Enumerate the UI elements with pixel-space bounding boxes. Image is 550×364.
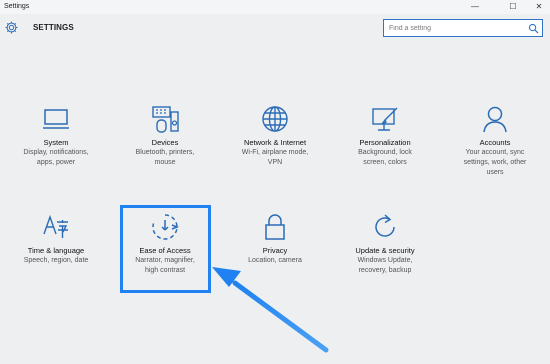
refresh-icon	[375, 214, 395, 237]
tile-label: Personalization	[359, 138, 411, 147]
search-box[interactable]	[383, 19, 543, 37]
gear-icon	[5, 21, 18, 34]
devices-icon	[152, 106, 179, 133]
tile-description: Background, lock	[358, 149, 412, 156]
maximize-button[interactable]: ☐	[500, 0, 526, 14]
search-icon[interactable]	[528, 23, 539, 34]
close-button[interactable]: ✕	[526, 0, 550, 14]
tile-description: Display, notifications,	[23, 149, 89, 156]
tile-label: Privacy	[262, 246, 288, 255]
tile-description: Location, camera	[248, 257, 302, 264]
tile-personalization[interactable]: Personalization Background, lock screen,…	[330, 104, 440, 168]
page-title: SETTINGS	[33, 23, 74, 32]
search-input[interactable]	[389, 21, 521, 35]
tile-description: Wi-Fi, airplane mode,	[241, 149, 309, 156]
tile-description: users	[486, 169, 504, 176]
monitor-icon	[43, 109, 69, 129]
tile-accounts[interactable]: Accounts Your account, sync settings, wo…	[440, 104, 550, 178]
person-icon	[483, 106, 507, 133]
tile-description: screen, colors	[363, 159, 407, 166]
tile-label: Accounts	[479, 138, 511, 147]
tile-network[interactable]: Network & Internet Wi-Fi, airplane mode,…	[220, 104, 330, 168]
lock-icon	[265, 214, 285, 240]
tile-description: Speech, region, date	[23, 257, 89, 264]
window-titlebar: Settings — ☐ ✕	[0, 0, 550, 14]
tile-label: Network & Internet	[243, 138, 307, 147]
tile-description: VPN	[267, 159, 283, 166]
tile-label: Time & language	[27, 246, 85, 255]
tile-system[interactable]: System Display, notifications, apps, pow…	[1, 104, 111, 168]
tile-label: Devices	[151, 138, 179, 147]
tile-time-language[interactable]: Time & language Speech, region, date	[1, 212, 111, 266]
tile-description: Windows Update,	[357, 257, 413, 264]
tile-description: Bluetooth, printers,	[135, 149, 195, 156]
tile-description: apps, power	[36, 159, 76, 166]
globe-icon	[262, 106, 288, 132]
tile-privacy[interactable]: Privacy Location, camera	[220, 212, 330, 266]
tile-description: mouse	[154, 159, 176, 166]
language-icon	[43, 214, 68, 238]
tile-description: recovery, backup	[358, 267, 412, 274]
paint-screen-icon	[372, 107, 398, 131]
window-title: Settings	[4, 3, 30, 10]
tile-label: System	[43, 138, 69, 147]
tile-description: Your account, sync	[465, 149, 525, 156]
minimize-button[interactable]: —	[462, 0, 488, 14]
pointer-arrow	[212, 267, 329, 353]
highlight-box	[120, 205, 211, 293]
tile-description: settings, work, other	[463, 159, 527, 166]
tile-label: Update & security	[355, 246, 415, 255]
settings-header: SETTINGS	[0, 16, 550, 42]
tile-update-security[interactable]: Update & security Windows Update, recove…	[330, 212, 440, 276]
tile-devices[interactable]: Devices Bluetooth, printers, mouse	[110, 104, 220, 168]
